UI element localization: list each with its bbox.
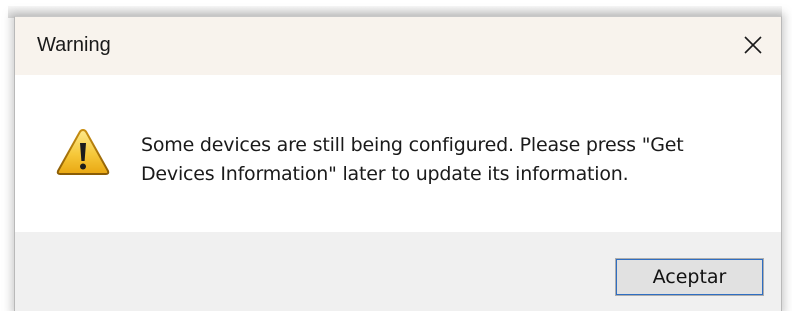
dialog-footer: Aceptar (15, 232, 781, 311)
ok-button[interactable]: Aceptar (615, 258, 764, 296)
dialog-titlebar: Warning (15, 17, 781, 75)
dialog-title: Warning (37, 34, 111, 56)
close-button[interactable] (725, 17, 781, 75)
screen: Warning Some devices are still being con… (0, 0, 792, 311)
ok-button-label: Aceptar (652, 266, 727, 288)
close-icon (744, 36, 762, 54)
warning-dialog: Warning Some devices are still being con… (14, 16, 782, 311)
dialog-content: Some devices are still being configured.… (15, 75, 781, 232)
dialog-message: Some devices are still being configured.… (141, 134, 684, 185)
warning-icon (56, 128, 110, 175)
